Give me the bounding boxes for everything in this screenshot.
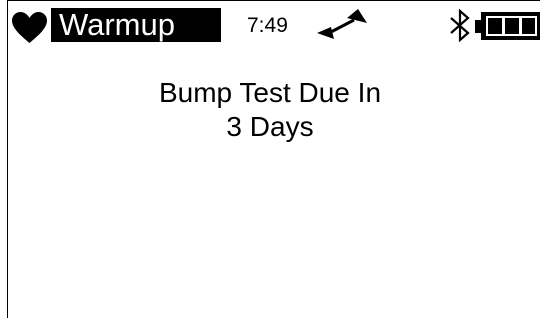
- bluetooth-icon: [450, 9, 470, 42]
- screen-border-left: [7, 0, 8, 318]
- heart-icon: [12, 12, 47, 43]
- bump-test-message: Bump Test Due In 3 Days: [0, 76, 540, 144]
- battery-segment: [522, 18, 535, 34]
- status-bar: Warmup 7:49: [0, 0, 540, 46]
- clock-time: 7:49: [247, 14, 288, 37]
- signal-indicator-icon: [317, 9, 367, 39]
- device-screen: Warmup 7:49 Bump Test Due In 3 Days: [0, 0, 540, 318]
- battery-segment: [488, 18, 502, 34]
- battery-segment: [505, 18, 519, 34]
- battery-icon: [475, 12, 540, 40]
- message-line-2: 3 Days: [226, 111, 314, 142]
- message-line-1: Bump Test Due In: [158, 77, 382, 108]
- mode-label: Warmup: [51, 8, 221, 42]
